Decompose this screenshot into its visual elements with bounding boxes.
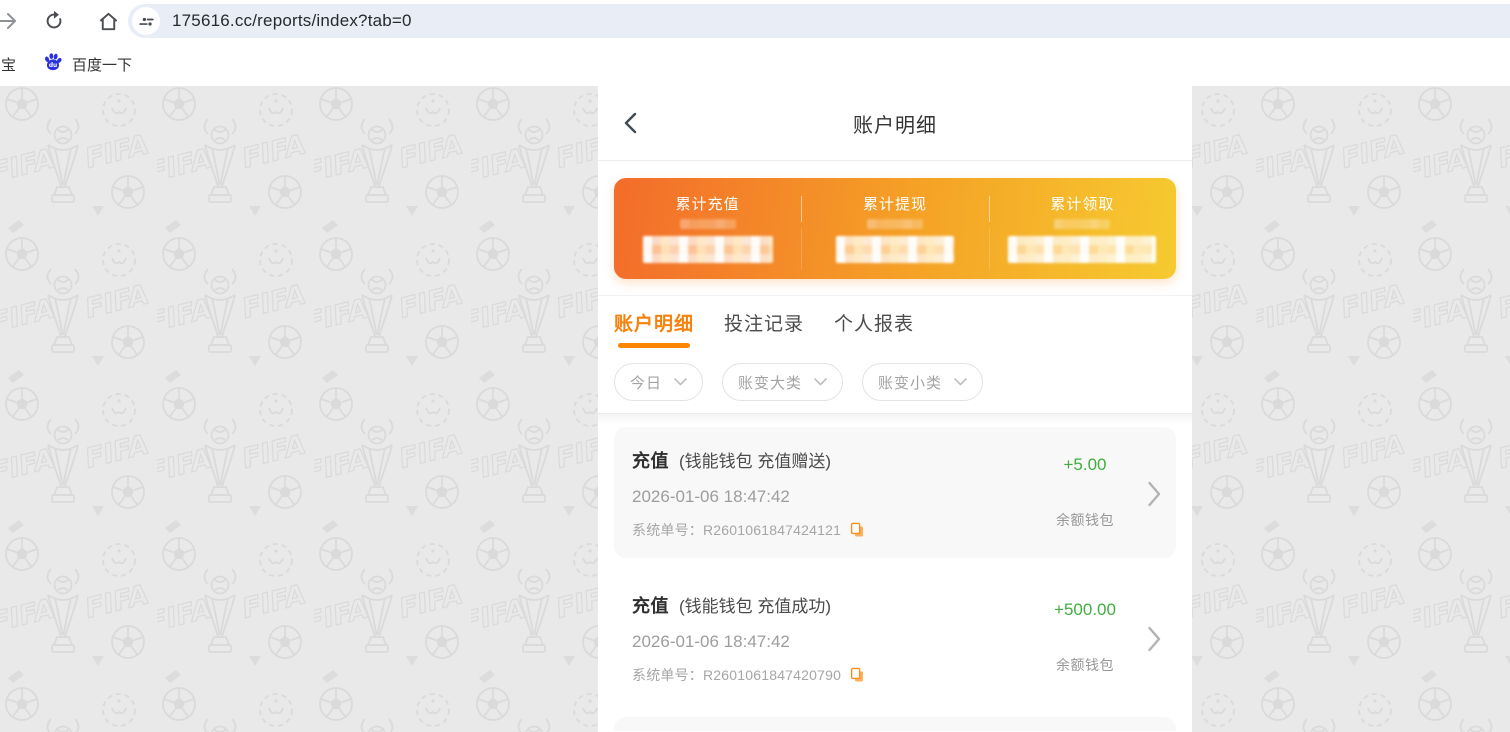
- row-chevron[interactable]: [1147, 480, 1162, 508]
- chevron-down-icon: [954, 378, 967, 386]
- stat-label: 累计领取: [1050, 196, 1115, 213]
- copy-button[interactable]: [849, 522, 865, 538]
- filter-label: 账变大类: [738, 374, 803, 392]
- order-number-label: 系统单号：: [632, 667, 703, 683]
- filter-label: 账变小类: [878, 374, 943, 392]
- order-number: R2601061847424121: [703, 522, 842, 538]
- baidu-paw-icon: du: [42, 51, 64, 78]
- transaction-list: 充值 (钱能钱包 充值赠送) 2026-01-06 18:47:42 系统单号：…: [598, 425, 1192, 731]
- bookmark-label: 淘宝: [0, 56, 17, 74]
- masked-value: [835, 236, 954, 263]
- list-top-divider: [598, 413, 1192, 425]
- stat-label: 累计提现: [862, 196, 927, 213]
- copy-icon: [850, 522, 864, 537]
- page-title: 账户明细: [853, 114, 937, 137]
- home-icon[interactable]: [96, 9, 120, 33]
- site-settings-icon[interactable]: [132, 7, 160, 35]
- masked-value-blur: [679, 219, 736, 229]
- chevron-down-icon: [674, 378, 687, 386]
- url-text[interactable]: 175616.cc/reports/index?tab=0: [172, 11, 412, 31]
- tab-label: 投注记录: [724, 314, 805, 335]
- filter-minor-type-dropdown[interactable]: 账变小类: [862, 363, 984, 401]
- wallet-type: 余额钱包: [1056, 512, 1114, 528]
- active-tab-underline: [618, 343, 690, 348]
- page-header: 账户明细: [598, 86, 1192, 161]
- filter-major-type-dropdown[interactable]: 账变大类: [722, 363, 844, 401]
- account-detail-panel: 账户明细 累计充值 累计提现 累计领取 账户明细 投注记录 个人报表 今日 账变…: [598, 86, 1192, 732]
- stat-total-deposit: 累计充值: [614, 178, 801, 279]
- masked-value-blur: [1054, 219, 1111, 229]
- filter-date-dropdown[interactable]: 今日: [614, 363, 704, 401]
- page-background: FIFA FIFA 账户明细 累计充值: [0, 86, 1510, 732]
- transaction-row[interactable]: 充值 (钱能钱包 充值赠送) 2026-01-06 18:47:42 系统单号：…: [614, 427, 1176, 558]
- tab-bet-records[interactable]: 投注记录: [724, 309, 804, 348]
- back-button[interactable]: [622, 86, 638, 160]
- masked-value-blur: [866, 219, 923, 229]
- reload-icon[interactable]: [42, 9, 66, 33]
- stat-total-withdraw: 累计提现: [801, 178, 988, 279]
- transaction-type: 充值: [632, 451, 669, 471]
- transaction-datetime: 2026-01-06 18:47:42: [632, 632, 790, 651]
- bookmark-baidu[interactable]: du 百度一下: [42, 51, 132, 78]
- wallet-type: 余额钱包: [1056, 657, 1114, 673]
- stat-label: 累计充值: [675, 196, 740, 213]
- summary-card: 累计充值 累计提现 累计领取: [614, 178, 1176, 279]
- tab-label: 账户明细: [614, 314, 695, 335]
- copy-button[interactable]: [849, 667, 865, 683]
- copy-icon: [850, 667, 864, 682]
- order-number-label: 系统单号：: [632, 522, 703, 538]
- forward-icon[interactable]: [0, 9, 20, 33]
- transaction-detail: (钱能钱包 充值赠送): [679, 452, 832, 471]
- transaction-detail: (钱能钱包 充值成功): [679, 597, 832, 616]
- transaction-amount: +500.00: [1054, 600, 1116, 619]
- bookmark-taobao[interactable]: 淘宝: [0, 54, 16, 75]
- order-number: R2601061847420790: [703, 667, 842, 683]
- tab-bar: 账户明细 投注记录 个人报表: [598, 295, 1192, 348]
- row-chevron[interactable]: [1147, 625, 1162, 653]
- masked-value: [1008, 236, 1157, 263]
- bookmark-label: 百度一下: [72, 56, 133, 74]
- bookmarks-bar: 淘宝 du 百度一下: [0, 42, 1510, 86]
- transaction-type: 充值: [632, 596, 669, 616]
- address-bar[interactable]: 175616.cc/reports/index?tab=0: [128, 4, 1510, 38]
- transaction-row-partial[interactable]: [614, 717, 1176, 731]
- stat-total-claim: 累计领取: [988, 178, 1176, 279]
- filter-bar: 今日 账变大类 账变小类: [598, 348, 1192, 413]
- tab-label: 个人报表: [834, 314, 915, 335]
- summary-section: 累计充值 累计提现 累计领取: [598, 161, 1192, 295]
- browser-toolbar: 175616.cc/reports/index?tab=0: [0, 0, 1510, 42]
- transaction-amount: +5.00: [1063, 455, 1107, 474]
- masked-value: [642, 236, 773, 263]
- chevron-right-icon: [1148, 626, 1161, 651]
- transaction-row[interactable]: 充值 (钱能钱包 充值成功) 2026-01-06 18:47:42 系统单号：…: [614, 572, 1176, 703]
- chevron-left-icon: [624, 112, 637, 134]
- chevron-right-icon: [1148, 481, 1161, 506]
- filter-label: 今日: [630, 374, 663, 392]
- svg-text:du: du: [49, 63, 57, 69]
- tab-account-detail[interactable]: 账户明细: [614, 309, 694, 348]
- chevron-down-icon: [814, 378, 827, 386]
- tab-personal-report[interactable]: 个人报表: [834, 309, 914, 348]
- transaction-datetime: 2026-01-06 18:47:42: [632, 487, 790, 506]
